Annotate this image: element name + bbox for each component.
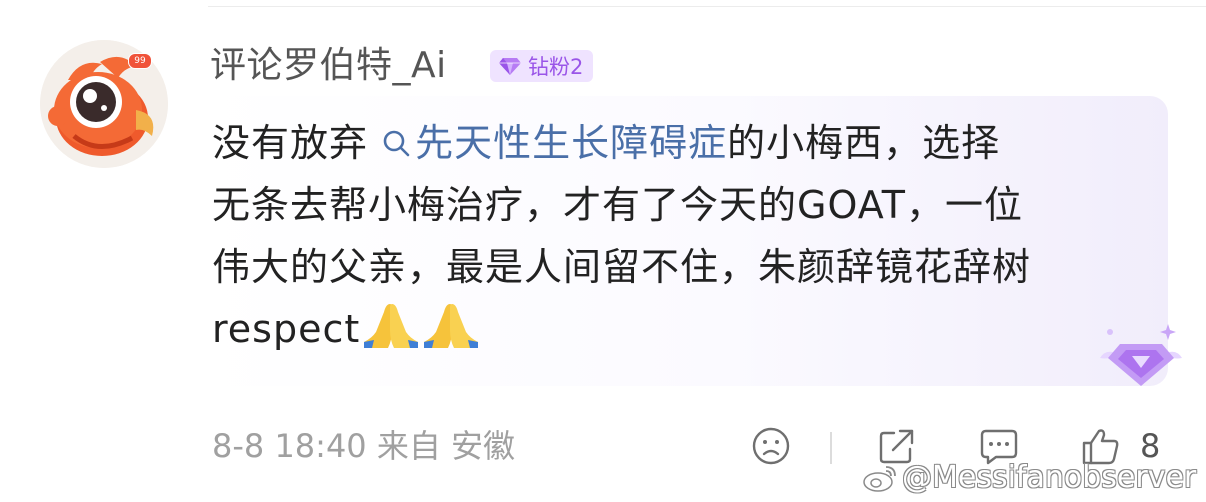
fan-badge-label: 钻粉2 [528,55,584,79]
pray-emoji-icon [424,304,479,348]
sad-face-icon [752,427,790,465]
avatar-level-badge: 99 [128,53,152,69]
comment-line-2: 无条去帮小梅治疗，才有了今天的GOAT，一位 [212,183,1023,227]
purple-gem-icon [1100,324,1182,386]
comment-line-1-suffix: 的小梅西，选择 [727,121,1001,165]
diamond-icon [499,58,521,75]
search-icon [383,130,410,157]
comment-line-1-prefix: 没有放弃 [212,121,382,165]
watermark: @Messifanobserver [862,460,1196,496]
watermark-text: @Messifanobserver [902,460,1197,495]
topic-link-label: 先天性生长障碍症 [415,121,728,165]
top-divider [208,6,1206,7]
comment-card: 99 评论罗伯特_Ai 钻粉2 没有放弃 先天性生长障碍症的小梅西，选择 无条去… [0,0,1206,502]
weibo-icon [863,466,896,492]
comment-line-4: respect [212,298,1162,360]
pray-emoji-icon [364,304,419,348]
comment-line-1: 没有放弃 先天性生长障碍症的小梅西，选择 [212,112,1162,174]
topic-link[interactable]: 先天性生长障碍症 [381,121,727,165]
comment-line-4-text: respect [212,307,361,351]
fan-level-badge[interactable]: 钻粉2 [490,50,594,82]
comment-line-3: 伟大的父亲，最是人间留不住，朱颜辞镜花辞树 [212,245,1032,289]
comment-timestamp: 8-8 18:40 来自 安徽 [212,427,516,465]
comment-text: 没有放弃 先天性生长障碍症的小梅西，选择 无条去帮小梅治疗，才有了今天的GOAT… [212,112,1162,360]
username[interactable]: 评论罗伯特_Ai [210,44,447,88]
action-divider [830,432,832,464]
sad-reaction-button[interactable] [750,424,792,468]
